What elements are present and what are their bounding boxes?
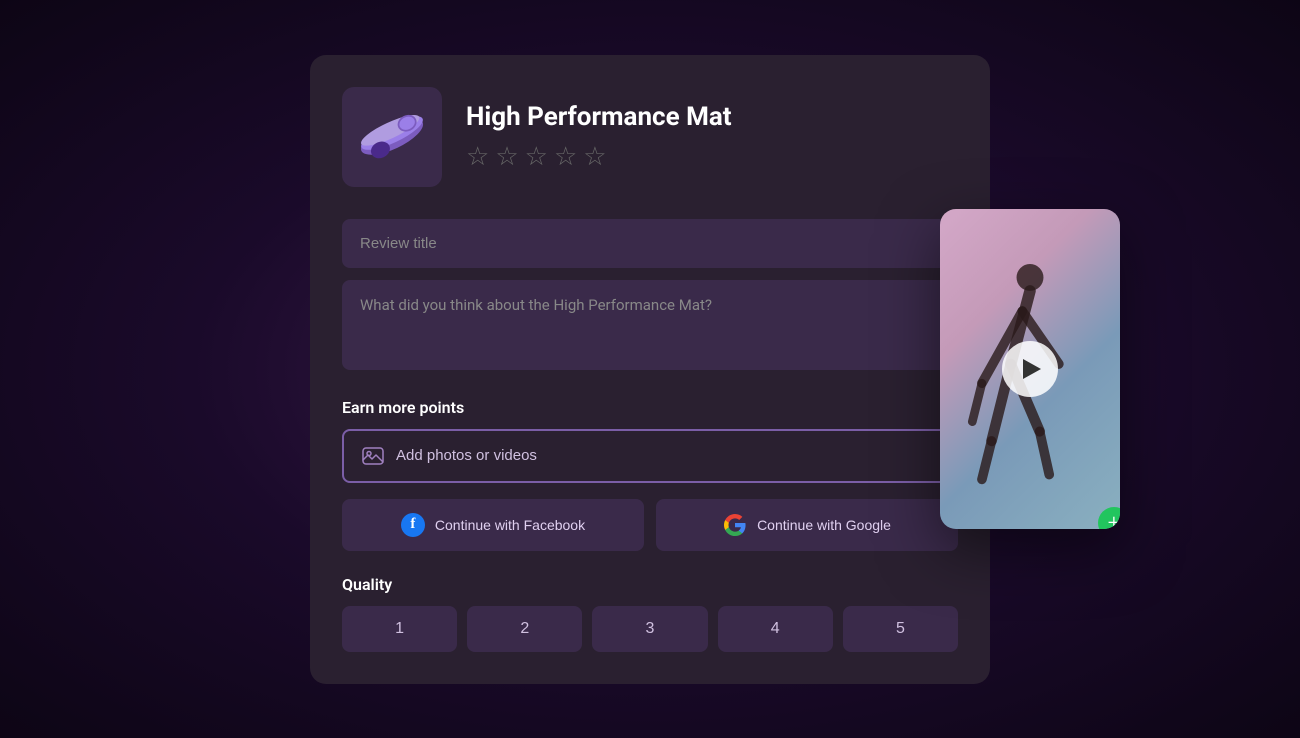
review-body-input[interactable] — [342, 280, 958, 370]
quality-btn-2[interactable]: 2 — [467, 606, 582, 652]
earn-label: Earn more points — [342, 398, 958, 417]
google-button-label: Continue with Google — [757, 517, 891, 533]
play-icon — [1023, 359, 1041, 379]
product-title: High Performance Mat — [466, 102, 958, 132]
google-button[interactable]: Continue with Google — [656, 499, 958, 551]
facebook-letter: f — [410, 516, 415, 533]
video-background — [940, 209, 1120, 529]
google-icon — [723, 513, 747, 537]
star-1[interactable]: ☆ — [466, 142, 489, 172]
product-header: High Performance Mat ☆ ☆ ☆ ☆ ☆ — [342, 87, 958, 187]
star-3[interactable]: ☆ — [525, 142, 548, 172]
quality-label: Quality — [342, 575, 958, 594]
quality-btn-5[interactable]: 5 — [843, 606, 958, 652]
add-media-label: Add photos or videos — [396, 447, 537, 464]
star-4[interactable]: ☆ — [554, 142, 577, 172]
review-card: High Performance Mat ☆ ☆ ☆ ☆ ☆ Earn more… — [310, 55, 990, 684]
quality-btn-1[interactable]: 1 — [342, 606, 457, 652]
add-media-button[interactable]: Add photos or videos — [342, 429, 958, 483]
star-2[interactable]: ☆ — [495, 142, 518, 172]
social-buttons: f Continue with Facebook Continue with G… — [342, 499, 958, 551]
review-title-input[interactable] — [342, 219, 958, 268]
facebook-button-label: Continue with Facebook — [435, 517, 585, 533]
plus-icon: + — [1108, 511, 1120, 530]
product-image — [342, 87, 442, 187]
quality-buttons: 1 2 3 4 5 — [342, 606, 958, 652]
quality-btn-4[interactable]: 4 — [718, 606, 833, 652]
facebook-icon: f — [401, 513, 425, 537]
image-icon — [362, 445, 384, 467]
star-5[interactable]: ☆ — [583, 142, 606, 172]
play-button[interactable] — [1002, 341, 1058, 397]
star-rating[interactable]: ☆ ☆ ☆ ☆ ☆ — [466, 142, 958, 172]
product-info: High Performance Mat ☆ ☆ ☆ ☆ ☆ — [466, 102, 958, 172]
facebook-button[interactable]: f Continue with Facebook — [342, 499, 644, 551]
video-panel: + — [940, 209, 1120, 529]
quality-btn-3[interactable]: 3 — [592, 606, 707, 652]
